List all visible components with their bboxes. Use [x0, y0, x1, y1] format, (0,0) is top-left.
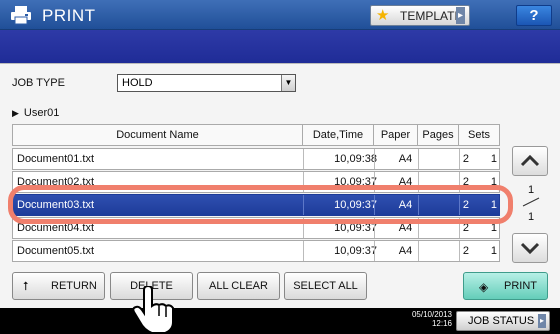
current-page: 1 — [527, 184, 535, 196]
return-arrow-icon: ⭡ — [23, 279, 29, 293]
pointing-hand-icon — [132, 286, 174, 334]
return-button[interactable]: ⭡ RETURN — [12, 272, 105, 300]
cell-document-name: Document01.txt — [17, 153, 95, 165]
date-time-display: 05/10/2013 12:16 — [404, 310, 452, 328]
page-indicator: 1 1 — [519, 184, 543, 223]
chevron-down-icon — [520, 242, 540, 255]
print-button[interactable]: ◈ PRINT — [463, 272, 548, 300]
cell-pages: 2 — [462, 153, 469, 165]
chevron-up-icon — [520, 154, 540, 167]
cell-sets: 1 — [490, 153, 497, 165]
submenu-arrow-icon: ▸ — [538, 314, 546, 328]
status-time: 12:16 — [431, 319, 452, 328]
table-row[interactable]: Document05.txt 10,09:37 A4 2 1 — [12, 240, 500, 262]
select-all-button[interactable]: SELECT ALL — [284, 272, 367, 300]
job-type-select[interactable]: HOLD ▼ — [117, 74, 296, 92]
scroll-down-button[interactable] — [512, 233, 548, 263]
return-label: RETURN — [51, 280, 97, 292]
user-name: User01 — [23, 107, 60, 119]
status-date: 05/10/2013 — [411, 310, 452, 319]
cell-datetime: 10,09:37 — [334, 245, 377, 257]
user-folder: ▶ User01 — [12, 107, 59, 119]
message-area — [0, 30, 560, 64]
column-header-sets: Sets — [458, 124, 500, 146]
cell-sets: 1 — [490, 245, 497, 257]
column-header-pages: Pages — [417, 124, 459, 146]
table-row[interactable]: Document01.txt 10,09:38 A4 2 1 — [12, 148, 500, 170]
title-bar: PRINT ★ TEMPLATE ▸ ? — [0, 0, 560, 30]
template-button[interactable]: ★ TEMPLATE ▸ — [370, 5, 470, 26]
submenu-arrow-icon: ▸ — [456, 7, 465, 24]
page-separator-slash — [522, 197, 540, 207]
total-pages: 1 — [527, 211, 535, 223]
column-header-name: Document Name — [12, 124, 303, 146]
job-type-label: JOB TYPE — [12, 77, 65, 89]
scroll-up-button[interactable] — [512, 146, 548, 176]
printer-icon — [11, 6, 31, 25]
help-button[interactable]: ? — [516, 5, 552, 26]
column-header-paper: Paper — [373, 124, 418, 146]
selection-highlight-ring — [8, 185, 513, 224]
cell-datetime: 10,09:38 — [334, 153, 377, 165]
page-title: PRINT — [42, 6, 96, 25]
star-icon: ★ — [376, 7, 390, 24]
start-diamond-icon: ◈ — [479, 280, 489, 294]
job-status-label: JOB STATUS — [468, 315, 535, 327]
all-clear-button[interactable]: ALL CLEAR — [197, 272, 280, 300]
cell-pages: 2 — [462, 245, 469, 257]
job-status-button[interactable]: JOB STATUS ▸ — [456, 311, 550, 331]
cell-document-name: Document05.txt — [17, 245, 95, 257]
job-type-value: HOLD — [122, 77, 153, 89]
column-header-datetime: Date,Time — [302, 124, 374, 146]
play-triangle-icon: ▶ — [12, 108, 19, 118]
template-label: TEMPLATE — [400, 9, 463, 23]
dropdown-arrow-icon[interactable]: ▼ — [281, 75, 295, 91]
print-label: PRINT — [504, 280, 537, 292]
